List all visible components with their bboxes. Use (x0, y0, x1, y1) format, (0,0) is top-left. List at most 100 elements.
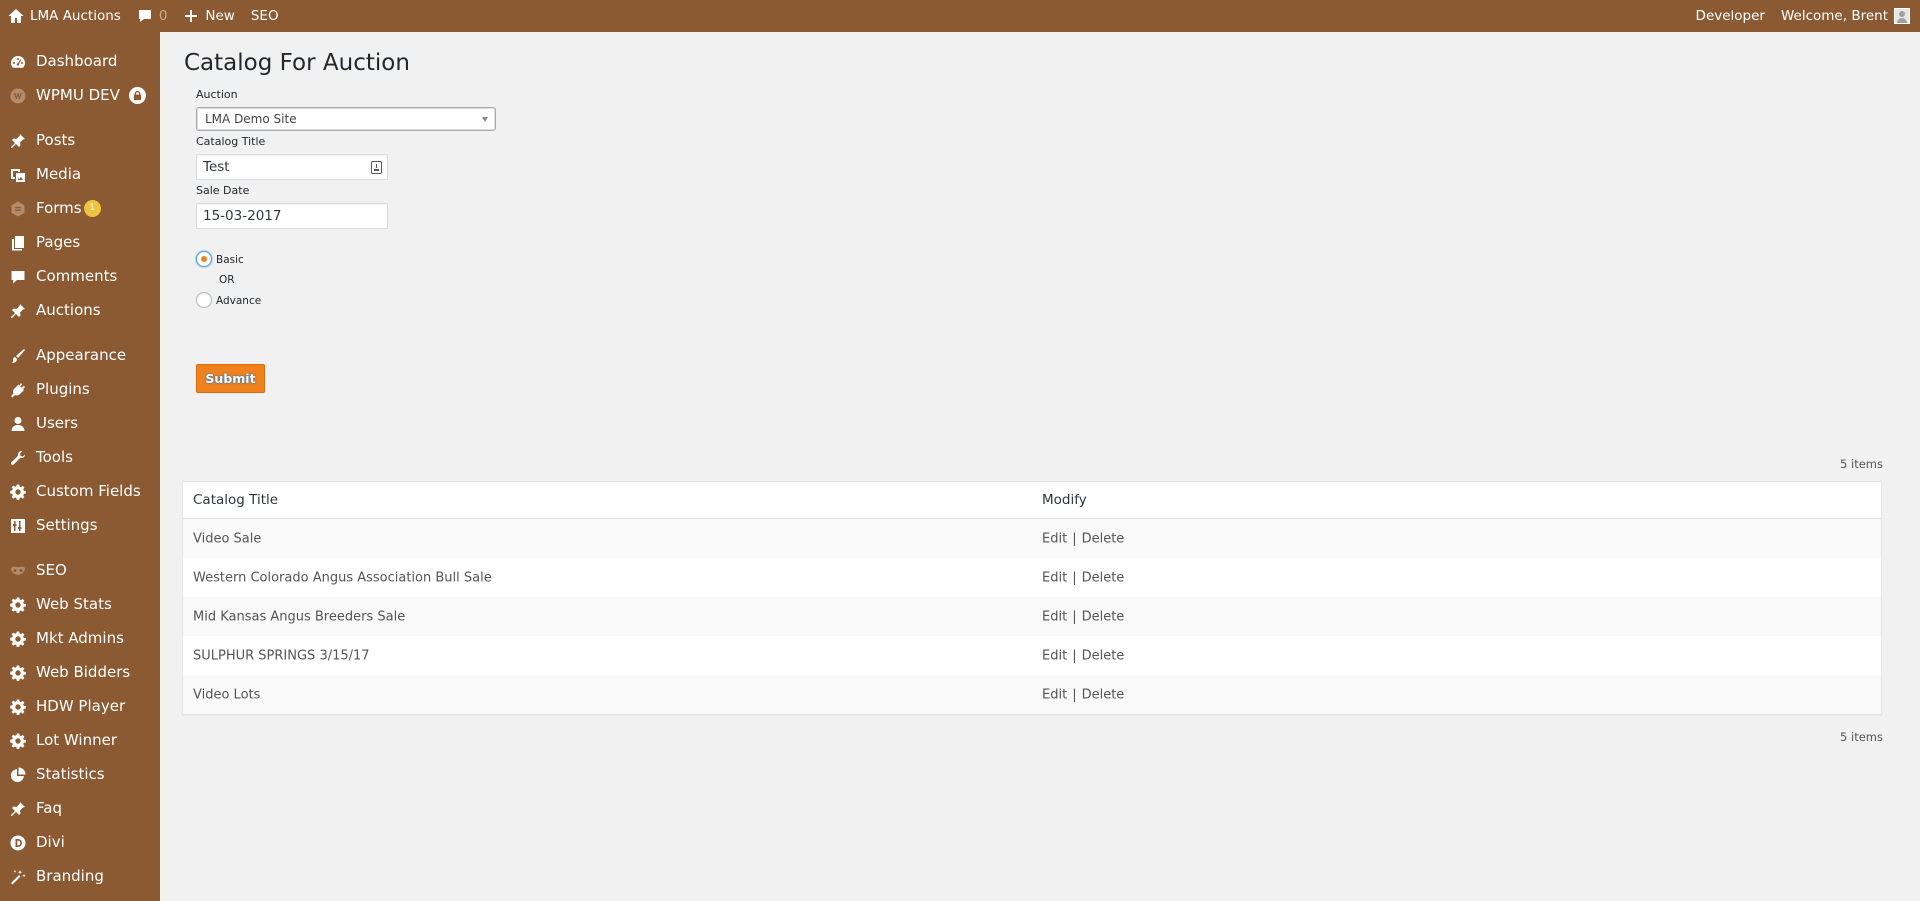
sale-date-input[interactable]: 15-03-2017 (196, 203, 388, 229)
sidebar-item-mkt-admins[interactable]: Mkt Admins (0, 623, 160, 653)
sidebar-item-plugins[interactable]: Plugins (0, 374, 160, 404)
account-link[interactable]: Welcome, Brent (1773, 0, 1914, 32)
edit-link[interactable]: Edit (1042, 531, 1067, 546)
sidebar-item-comments[interactable]: Comments (0, 261, 160, 291)
sidebar-item-pages[interactable]: Pages (0, 227, 160, 257)
sidebar-item-label: Web Stats (36, 595, 112, 613)
forms-icon (9, 200, 26, 217)
new-label: New (205, 8, 235, 24)
table-row: Video Sale Edit | Delete (183, 519, 1881, 558)
sale-date-label: Sale Date (196, 184, 250, 197)
sidebar-item-forms[interactable]: Forms 1 (0, 193, 160, 223)
column-header-modify: Modify (1042, 492, 1087, 508)
divi-icon (9, 834, 26, 851)
sidebar-item-users[interactable]: Users (0, 408, 160, 438)
comment-bubble-icon (138, 10, 151, 22)
catalog-title-cell: Western Colorado Angus Association Bull … (193, 570, 492, 585)
catalog-title-label: Catalog Title (196, 135, 266, 148)
media-icon (9, 166, 26, 183)
sidebar-item-label: Settings (36, 516, 98, 534)
pin-icon (9, 800, 26, 817)
sidebar-item-media[interactable]: Media (0, 159, 160, 189)
advance-radio[interactable] (196, 292, 212, 308)
catalog-title-input[interactable]: Test (196, 154, 388, 180)
sidebar-item-label: Dashboard (36, 52, 118, 70)
or-label: OR (219, 274, 235, 286)
settings-icon (9, 517, 26, 534)
sidebar-item-label: Tools (36, 448, 73, 466)
seo-link[interactable]: SEO (243, 0, 287, 32)
sidebar-item-divi[interactable]: Divi (0, 827, 160, 857)
sidebar-item-wpmu-dev[interactable]: WPMU DEV (0, 80, 160, 110)
comments-link[interactable]: 0 (129, 0, 176, 32)
seo-icon (9, 562, 26, 579)
developer-link[interactable]: Developer (1688, 0, 1773, 32)
edit-link[interactable]: Edit (1042, 570, 1067, 585)
sidebar-item-statistics[interactable]: Statistics (0, 759, 160, 789)
edit-link[interactable]: Edit (1042, 609, 1067, 624)
auction-label: Auction (196, 88, 238, 101)
sidebar-item-faq[interactable]: Faq (0, 793, 160, 823)
auction-select[interactable]: LMA Demo Site (196, 107, 496, 131)
sidebar-item-label: Comments (36, 267, 118, 285)
edit-link[interactable]: Edit (1042, 687, 1067, 702)
sidebar-item-settings[interactable]: Settings (0, 510, 160, 540)
link-separator: | (1072, 648, 1077, 663)
sidebar-item-appearance[interactable]: Appearance (0, 340, 160, 370)
column-header-catalog-title: Catalog Title (193, 492, 279, 508)
delete-link[interactable]: Delete (1082, 531, 1125, 546)
modify-cell: Edit | Delete (1042, 570, 1124, 585)
sidebar-item-auctions[interactable]: Auctions (0, 295, 160, 325)
sidebar-item-custom-fields[interactable]: Custom Fields (0, 476, 160, 506)
sidebar-item-lot-winner[interactable]: Lot Winner (0, 725, 160, 755)
delete-link[interactable]: Delete (1082, 648, 1125, 663)
sidebar-item-label: Media (36, 165, 82, 183)
dashboard-icon (9, 53, 26, 70)
seo-label: SEO (250, 8, 279, 24)
sidebar-item-dashboard[interactable]: Dashboard (0, 46, 160, 76)
catalog-table: Catalog Title Modify Video Sale Edit | Del… (182, 481, 1882, 715)
delete-link[interactable]: Delete (1082, 570, 1125, 585)
sidebar-item-label: Pages (36, 233, 81, 251)
sidebar-item-label: Forms (36, 199, 82, 217)
sidebar-item-label: Appearance (36, 346, 127, 364)
chevron-down-icon (482, 117, 488, 122)
sidebar-item-tools[interactable]: Tools (0, 442, 160, 472)
sidebar-item-branding[interactable]: Branding (0, 861, 160, 891)
sidebar-item-label: Custom Fields (36, 482, 141, 500)
forms-count-badge: 1 (83, 200, 101, 217)
sidebar-item-label: SEO (36, 561, 67, 579)
avatar (1894, 8, 1910, 24)
contact-card-icon (371, 161, 382, 174)
pages-icon (9, 234, 26, 251)
magic-wand-icon (9, 868, 26, 885)
submit-button[interactable]: Submit (196, 364, 265, 393)
site-name-link[interactable]: LMA Auctions (0, 0, 129, 32)
developer-label: Developer (1695, 8, 1765, 24)
delete-link[interactable]: Delete (1082, 687, 1125, 702)
sidebar-item-label: Web Bidders (36, 663, 131, 681)
catalog-title-cell: SULPHUR SPRINGS 3/15/17 (193, 648, 370, 663)
link-separator: | (1072, 687, 1077, 702)
comments-icon (9, 268, 26, 285)
table-row: Western Colorado Angus Association Bull … (183, 558, 1881, 597)
catalog-title-cell: Video Lots (193, 687, 261, 702)
sidebar-item-web-bidders[interactable]: Web Bidders (0, 657, 160, 687)
user-icon (9, 415, 26, 432)
plugin-icon (9, 381, 26, 398)
lock-icon (129, 87, 146, 104)
sidebar-item-hdw-player[interactable]: HDW Player (0, 691, 160, 721)
edit-link[interactable]: Edit (1042, 648, 1067, 663)
brush-icon (9, 347, 26, 364)
gear-icon (9, 596, 26, 613)
sidebar-item-posts[interactable]: Posts (0, 125, 160, 155)
delete-link[interactable]: Delete (1082, 609, 1125, 624)
table-row: Mid Kansas Angus Breeders Sale Edit | Dele… (183, 597, 1881, 636)
link-separator: | (1072, 609, 1077, 624)
basic-radio[interactable] (196, 251, 212, 267)
comments-count: 0 (158, 8, 168, 24)
sidebar-item-web-stats[interactable]: Web Stats (0, 589, 160, 619)
sidebar-item-seo[interactable]: SEO (0, 555, 160, 585)
new-content-link[interactable]: New (175, 0, 242, 32)
welcome-label: Welcome, Brent (1780, 8, 1888, 24)
